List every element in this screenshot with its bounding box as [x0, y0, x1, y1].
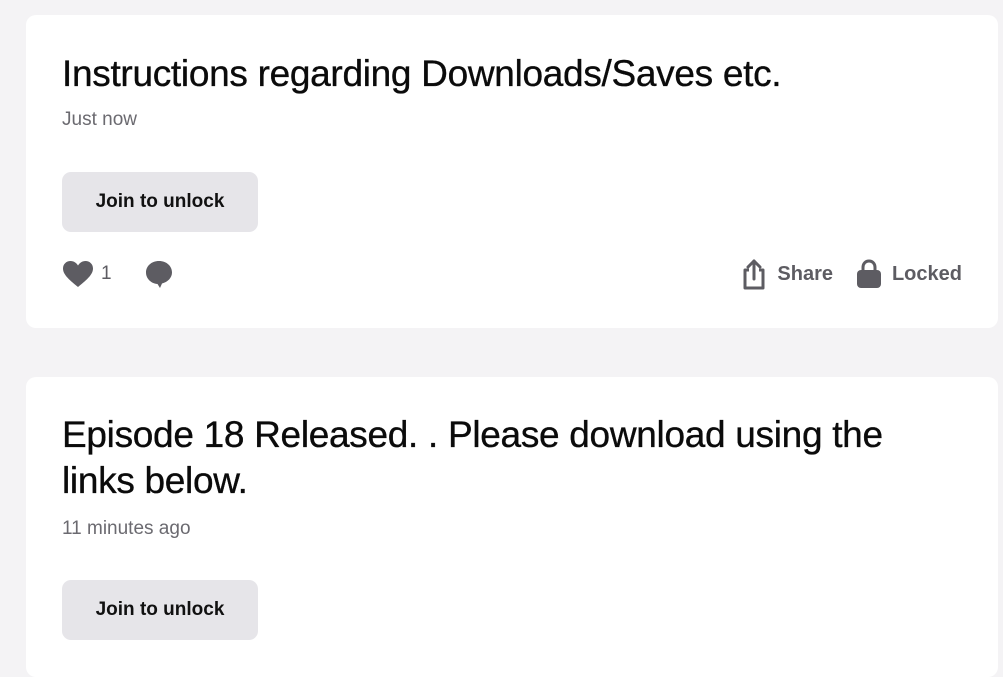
share-label: Share — [777, 262, 833, 285]
post-card: Episode 18 Released. . Please download u… — [26, 377, 998, 677]
heart-icon — [62, 260, 94, 288]
post-timestamp: Just now — [62, 109, 137, 130]
share-button[interactable]: Share — [741, 256, 833, 292]
like-button[interactable]: 1 — [62, 256, 112, 292]
like-count: 1 — [101, 263, 112, 284]
join-to-unlock-button[interactable]: Join to unlock — [62, 580, 258, 640]
locked-label: Locked — [891, 262, 962, 285]
post-card: Instructions regarding Downloads/Saves e… — [26, 15, 998, 328]
post-title[interactable]: Episode 18 Released. . Please download u… — [62, 412, 962, 504]
lock-icon — [856, 259, 882, 289]
share-icon — [741, 258, 767, 290]
post-actions: 1 Share Locked — [62, 256, 962, 292]
post-title[interactable]: Instructions regarding Downloads/Saves e… — [62, 51, 962, 97]
comment-icon — [144, 259, 174, 289]
locked-status: Locked — [856, 256, 962, 292]
post-timestamp: 11 minutes ago — [62, 518, 191, 539]
comment-button[interactable] — [144, 256, 174, 292]
join-to-unlock-button[interactable]: Join to unlock — [62, 172, 258, 232]
